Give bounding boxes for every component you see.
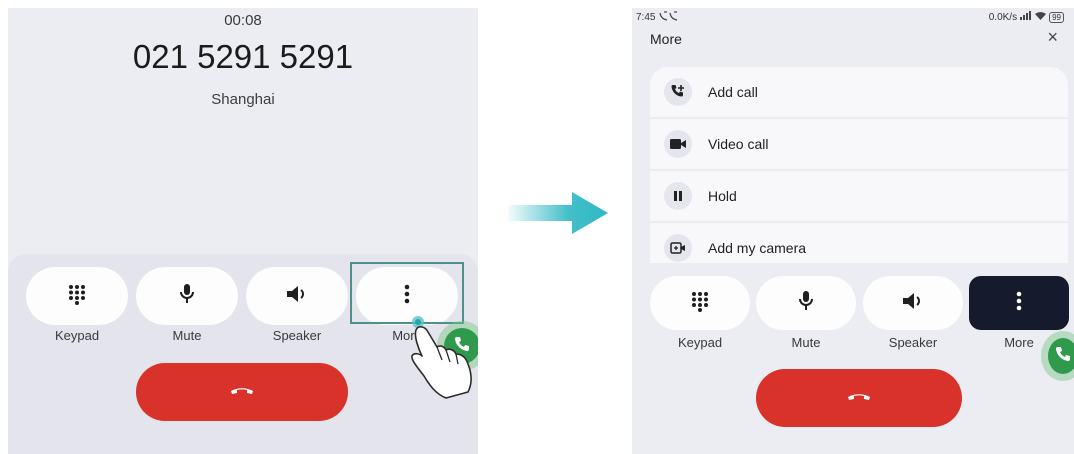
speaker-button[interactable] [863, 276, 963, 330]
keypad-icon [66, 283, 88, 310]
pause-icon [664, 182, 692, 210]
mic-icon [796, 290, 816, 317]
transition-arrow-icon [508, 190, 610, 241]
in-call-screen-after: 7:45 0.0K/s 99 More × Add call Video cal… [632, 8, 1074, 454]
phone-mic-icon [1054, 345, 1072, 368]
status-bar: 7:45 0.0K/s 99 [632, 10, 1074, 26]
keypad-button[interactable] [26, 267, 128, 325]
sheet-title: More [650, 31, 682, 47]
caller-location: Shanghai [211, 91, 275, 108]
end-call-icon [847, 389, 871, 407]
wifi-icon [1035, 11, 1047, 23]
menu-label-hold: Hold [708, 188, 737, 204]
more-button-active[interactable] [969, 276, 1069, 330]
keypad-label: Keypad [677, 335, 723, 350]
video-call-icon [664, 130, 692, 158]
mute-button[interactable] [756, 276, 856, 330]
end-call-button[interactable] [136, 363, 348, 421]
mute-button[interactable] [136, 267, 238, 325]
end-call-icon [230, 383, 254, 401]
keypad-button[interactable] [650, 276, 750, 330]
more-options-menu: Add call Video call Hold Add my camera [650, 67, 1068, 263]
phone-number: 021 5291 5291 [132, 38, 354, 75]
speaker-button[interactable] [246, 267, 348, 325]
menu-item-add-my-camera[interactable]: Add my camera [650, 223, 1068, 263]
menu-item-video-call[interactable]: Video call [650, 119, 1068, 169]
call-status-icon [659, 11, 679, 24]
close-icon[interactable]: × [1047, 27, 1058, 48]
more-vert-icon [1015, 290, 1023, 317]
status-time: 7:45 [636, 12, 656, 23]
keypad-label: Keypad [54, 328, 100, 343]
mute-label: Mute [791, 335, 821, 350]
speaker-icon [901, 290, 925, 317]
end-call-button[interactable] [756, 369, 962, 427]
call-bubble[interactable] [1048, 338, 1074, 374]
mute-label: Mute [172, 328, 202, 343]
tapping-hand-icon [406, 314, 476, 409]
speaker-label: Speaker [888, 335, 938, 350]
call-timer: 00:08 [224, 12, 262, 29]
menu-label-add-call: Add call [708, 84, 758, 100]
menu-item-hold[interactable]: Hold [650, 171, 1068, 221]
speaker-icon [285, 283, 309, 310]
in-call-screen-before: 00:08 021 5291 5291 Shanghai Keypad Mute [8, 8, 478, 454]
keypad-icon [689, 290, 711, 317]
add-camera-icon [664, 234, 692, 262]
signal-icon [1020, 11, 1032, 23]
add-call-icon [664, 78, 692, 106]
battery-indicator: 99 [1049, 11, 1064, 23]
menu-item-add-call[interactable]: Add call [650, 67, 1068, 117]
menu-label-add-my-camera: Add my camera [708, 240, 807, 256]
speaker-label: Speaker [272, 328, 322, 343]
menu-label-video-call: Video call [708, 136, 769, 152]
mic-icon [177, 283, 197, 310]
network-speed: 0.0K/s [988, 11, 1018, 23]
